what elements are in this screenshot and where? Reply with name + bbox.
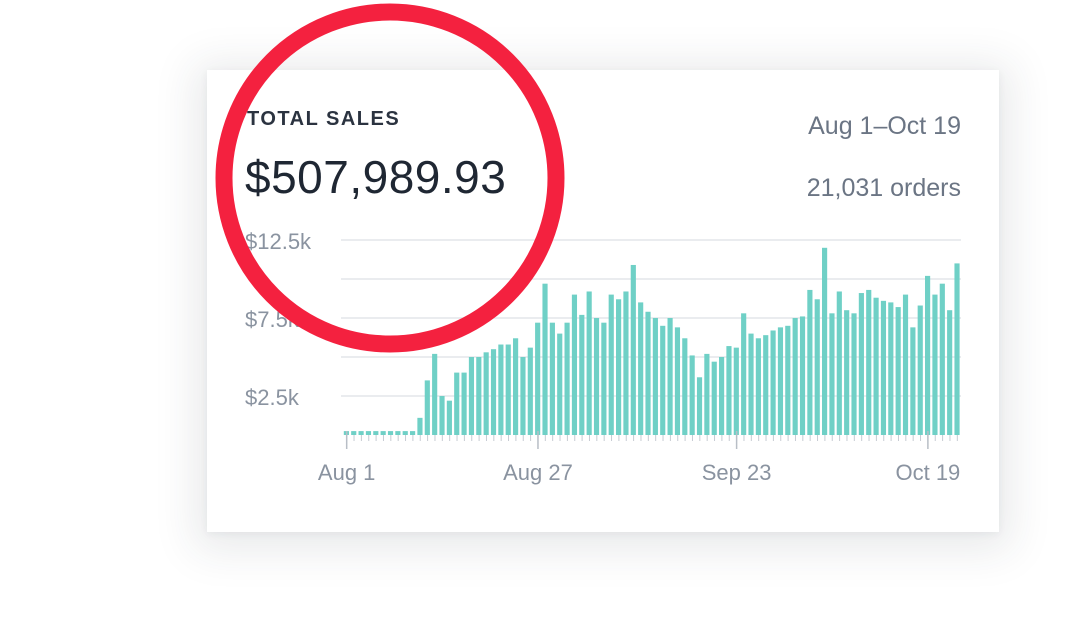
chart-bar: [527, 347, 533, 435]
chart-bar: [432, 353, 438, 435]
chart-bar: [917, 305, 923, 435]
chart-bar: [888, 302, 894, 435]
date-range[interactable]: Aug 1–Oct 19: [808, 112, 961, 141]
chart-bar: [836, 291, 842, 435]
total-sales-value: $507,989.93: [245, 151, 507, 203]
chart-bar: [417, 417, 423, 435]
chart-bar: [571, 294, 578, 435]
chart-bar: [535, 322, 541, 435]
chart-bar: [498, 344, 504, 435]
chart-bar: [490, 349, 497, 435]
chart-bar: [549, 322, 555, 435]
chart-bar: [351, 431, 357, 435]
y-tick-label: $7.5k: [245, 307, 300, 332]
card-title: TOTAL SALES: [247, 108, 401, 130]
chart-bar: [807, 289, 813, 435]
chart-bar: [726, 346, 732, 435]
chart-bar: [814, 299, 820, 435]
chart-bar: [947, 310, 953, 435]
chart-bar: [645, 311, 651, 435]
chart-bar: [513, 338, 519, 435]
chart-bar: [638, 302, 644, 435]
chart-bar: [483, 352, 489, 435]
orders-count: 21,031 orders: [806, 174, 961, 202]
chart-bar: [387, 431, 394, 435]
chart-bar: [954, 263, 960, 435]
chart-bar: [579, 314, 585, 435]
chart-bar: [557, 333, 563, 435]
chart-bar: [674, 327, 681, 435]
chart-bar: [424, 380, 430, 435]
y-tick-label: $12.5k: [245, 229, 312, 254]
chart-bar: [395, 431, 401, 435]
chart-bar: [777, 327, 784, 435]
chart-bar: [461, 372, 467, 435]
chart-bar: [623, 291, 629, 435]
chart-bar: [682, 338, 688, 435]
x-tick-label: Aug 27: [503, 460, 573, 485]
chart-bar: [792, 318, 798, 435]
chart-bar: [719, 357, 725, 435]
chart-bar: [755, 338, 761, 435]
chart-bar: [564, 322, 570, 435]
chart-bar: [733, 347, 739, 435]
chart-bar: [520, 357, 526, 435]
chart-bar: [704, 353, 710, 435]
chart-bar: [667, 318, 673, 435]
chart-bar: [880, 300, 887, 435]
chart-bar: [822, 247, 828, 435]
chart-bar: [925, 275, 931, 435]
chart-bar: [660, 325, 666, 435]
chart-bar: [410, 431, 416, 435]
x-tick-label: Sep 23: [702, 460, 772, 485]
x-tick-label: Aug 1: [318, 460, 376, 485]
chart-bar: [711, 361, 717, 435]
x-tick-label: Oct 19: [895, 460, 960, 485]
chart-bar: [799, 316, 806, 435]
chart-bar: [402, 431, 408, 435]
y-tick-label: $2.5k: [245, 385, 300, 410]
chart-bar: [608, 294, 614, 435]
chart-bar: [873, 297, 879, 435]
chart-bar: [763, 335, 769, 435]
chart-bar: [770, 330, 776, 435]
chart-bar: [932, 294, 938, 435]
chart-bar: [365, 431, 372, 435]
chart-bar: [851, 313, 857, 435]
chart-bar: [542, 283, 548, 435]
chart-bar: [939, 283, 945, 435]
chart-bar: [439, 396, 445, 435]
chart-bar: [505, 344, 511, 435]
chart-bar: [866, 289, 872, 435]
chart-bar: [373, 431, 379, 435]
chart-bar: [593, 318, 600, 435]
chart-bar: [586, 291, 592, 435]
chart-bar: [829, 313, 835, 435]
chart-bar: [630, 264, 636, 435]
chart-bar: [696, 377, 703, 435]
chart-bar: [858, 293, 864, 435]
chart-bar: [616, 299, 622, 435]
chart-bar: [446, 400, 452, 435]
chart-bar: [902, 294, 909, 435]
chart-bar: [601, 322, 607, 435]
chart-bar: [785, 325, 791, 435]
chart-bar: [454, 372, 460, 435]
chart-bar: [476, 357, 482, 435]
chart-bar: [748, 333, 754, 435]
chart-bar: [844, 310, 850, 435]
chart-bar: [910, 327, 916, 435]
chart-bar: [689, 355, 695, 435]
chart-bar: [358, 431, 364, 435]
chart-bar: [652, 318, 658, 435]
sales-card: $2.5k $7.5k $12.5k Aug 1 Aug 27 Sep 23 Oct 19 …: [207, 70, 999, 532]
chart-bar: [468, 357, 475, 435]
chart-bar: [380, 431, 386, 435]
chart-bar: [741, 313, 747, 435]
chart-bar: [895, 307, 901, 435]
